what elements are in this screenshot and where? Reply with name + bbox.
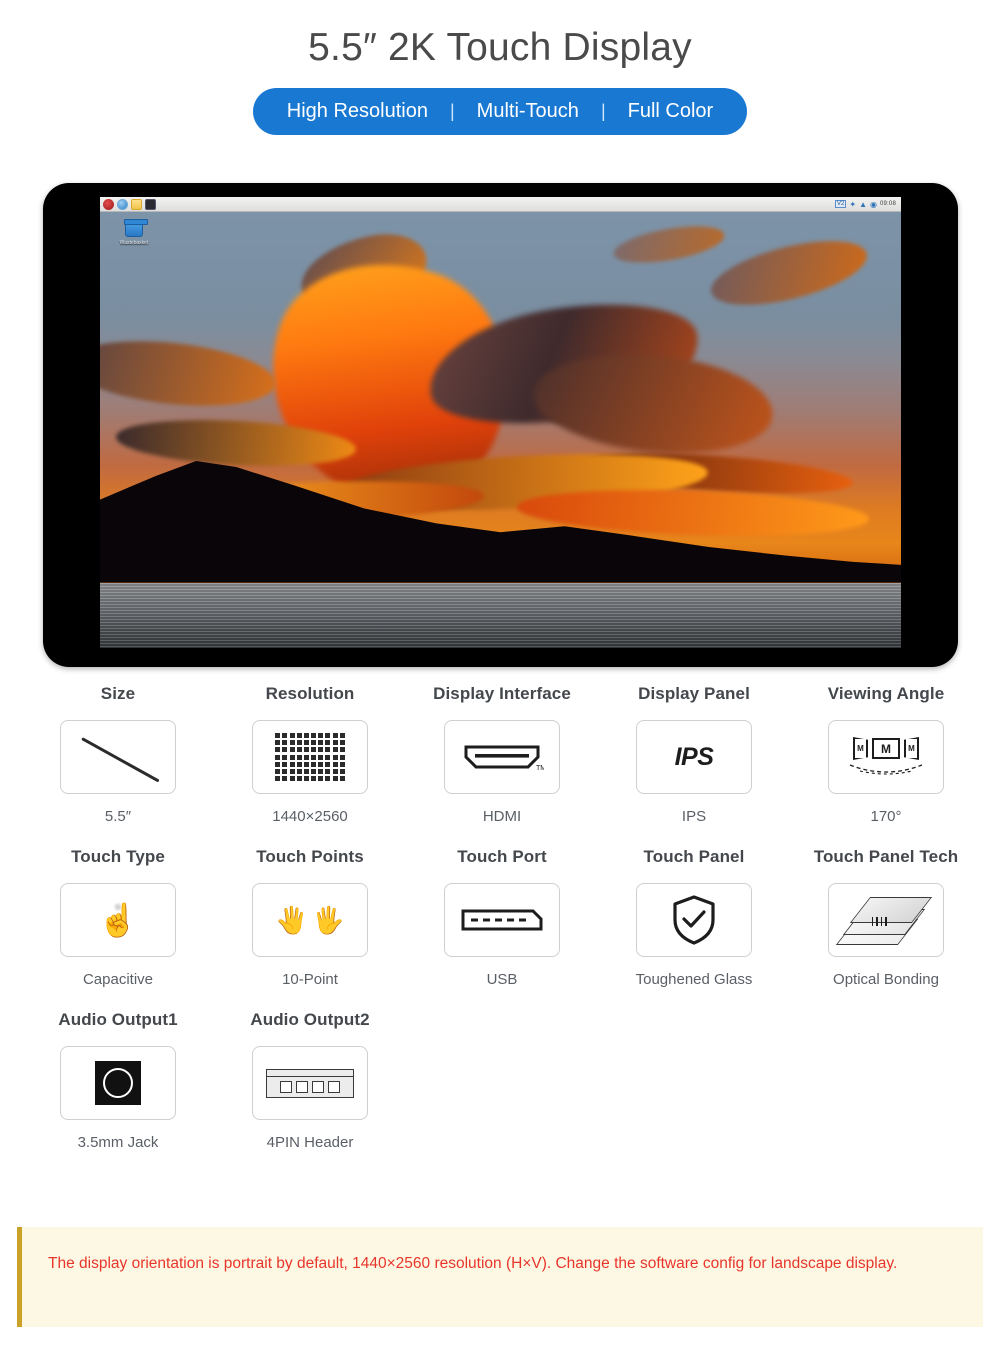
spec-title: Size bbox=[100, 684, 136, 703]
spec-value: 1440×2560 bbox=[272, 808, 348, 825]
pin-header-icon bbox=[252, 1046, 368, 1120]
spec-title: Resolution bbox=[265, 684, 355, 703]
feature-badge-wrap: High Resolution | Multi-Touch | Full Col… bbox=[0, 88, 1000, 135]
spec-empty bbox=[790, 1010, 982, 1151]
spec-title: Viewing Angle bbox=[827, 684, 945, 703]
spec-display-panel: Display Panel IPS IPS bbox=[598, 684, 790, 825]
ips-label: IPS bbox=[674, 742, 714, 771]
spec-value: 4PIN Header bbox=[266, 1134, 354, 1151]
viewing-angle-arc bbox=[849, 764, 923, 775]
spec-title: Touch Points bbox=[256, 847, 364, 866]
device-mockup: V2 ✦ ▲ ◉ 09:08 Wastebasket bbox=[43, 183, 958, 667]
spec-value: IPS bbox=[681, 808, 707, 825]
shield-check-icon bbox=[636, 883, 752, 957]
spec-title: Touch Type bbox=[71, 847, 165, 866]
spec-title: Touch Panel Tech bbox=[813, 847, 959, 866]
spec-row: Size 5.5″ Resolution 1440×2560 Display I… bbox=[0, 684, 1000, 825]
spec-title: Touch Port bbox=[457, 847, 547, 866]
hdmi-port-icon: TM bbox=[444, 720, 560, 794]
viewing-angle-screen-center: M bbox=[872, 738, 900, 759]
layer-stack-icon bbox=[828, 883, 944, 957]
bluetooth-icon[interactable]: ✦ bbox=[849, 200, 856, 209]
desktop-taskbar[interactable]: V2 ✦ ▲ ◉ 09:08 bbox=[100, 197, 901, 212]
spec-size: Size 5.5″ bbox=[22, 684, 214, 825]
spec-row: Touch Type ☝ Capacitive Touch Points 🖐 🖐… bbox=[0, 847, 1000, 988]
spec-value: Optical Bonding bbox=[833, 971, 939, 988]
spec-title: Display Panel bbox=[638, 684, 750, 703]
desktop-icon-wastebasket[interactable]: Wastebasket bbox=[112, 219, 156, 246]
taskbar-launchers bbox=[103, 198, 156, 210]
product-spec-page: 5.5″ 2K Touch Display High Resolution | … bbox=[0, 0, 1000, 1350]
badge-item-multi-touch: Multi-Touch bbox=[476, 100, 579, 122]
volume-icon[interactable]: ◉ bbox=[870, 200, 877, 209]
taskbar-clock: 09:08 bbox=[879, 201, 896, 207]
spec-resolution: Resolution 1440×2560 bbox=[214, 684, 406, 825]
spec-value: HDMI bbox=[482, 808, 522, 825]
spec-viewing-angle: Viewing Angle M M M 170° bbox=[790, 684, 982, 825]
spec-value: 3.5mm Jack bbox=[77, 1134, 159, 1151]
wastebasket-icon bbox=[124, 219, 148, 237]
svg-text:TM: TM bbox=[536, 765, 544, 772]
spec-value: 10-Point bbox=[282, 971, 338, 988]
badge-item-high-resolution: High Resolution bbox=[286, 100, 428, 122]
taskbar-tray: V2 ✦ ▲ ◉ 09:08 bbox=[835, 200, 898, 209]
diagonal-size-icon bbox=[60, 720, 176, 794]
feature-badge: High Resolution | Multi-Touch | Full Col… bbox=[252, 88, 748, 135]
orientation-note: The display orientation is portrait by d… bbox=[17, 1227, 983, 1327]
terminal-icon[interactable] bbox=[145, 198, 156, 210]
spec-audio-output-2: Audio Output2 4PIN Header bbox=[214, 1010, 406, 1151]
pointing-hand-icon: ☝ bbox=[60, 883, 176, 957]
badge-separator: | bbox=[449, 101, 455, 121]
spec-title: Touch Panel bbox=[643, 847, 745, 866]
spec-value: 5.5″ bbox=[104, 808, 132, 825]
spec-title: Audio Output2 bbox=[250, 1010, 370, 1029]
usb-port-icon bbox=[444, 883, 560, 957]
spec-value: Capacitive bbox=[82, 971, 154, 988]
spec-touch-type: Touch Type ☝ Capacitive bbox=[22, 847, 214, 988]
ips-text-icon: IPS bbox=[636, 720, 752, 794]
spec-touch-panel-tech: Touch Panel Tech Optical Bonding bbox=[790, 847, 982, 988]
cpu-monitor-icon[interactable]: V2 bbox=[835, 200, 847, 208]
spec-value: Toughened Glass bbox=[635, 971, 753, 988]
desktop-icon-label: Wastebasket bbox=[119, 240, 149, 246]
spec-title: Audio Output1 bbox=[58, 1010, 178, 1029]
spec-touch-port: Touch Port USB bbox=[406, 847, 598, 988]
web-browser-icon[interactable] bbox=[117, 198, 128, 210]
badge-item-full-color: Full Color bbox=[627, 100, 714, 122]
spec-row: Audio Output1 3.5mm Jack Audio Output2 4… bbox=[0, 1010, 1000, 1151]
spec-empty bbox=[598, 1010, 790, 1151]
raspberry-menu-icon[interactable] bbox=[103, 198, 114, 210]
page-title: 5.5″ 2K Touch Display bbox=[308, 26, 692, 69]
spec-value: USB bbox=[486, 971, 518, 988]
device-screen: V2 ✦ ▲ ◉ 09:08 Wastebasket bbox=[100, 197, 901, 648]
spec-empty bbox=[406, 1010, 598, 1151]
spec-title: Display Interface bbox=[433, 684, 571, 703]
orientation-note-text: The display orientation is portrait by d… bbox=[48, 1255, 898, 1272]
desktop-wallpaper bbox=[100, 212, 901, 648]
pixel-grid-icon bbox=[252, 720, 368, 794]
water-surface bbox=[100, 582, 901, 648]
spec-display-interface: Display Interface TM HDMI bbox=[406, 684, 598, 825]
spec-audio-output-1: Audio Output1 3.5mm Jack bbox=[22, 1010, 214, 1151]
spec-touch-panel: Touch Panel Toughened Glass bbox=[598, 847, 790, 988]
spec-value: 170° bbox=[870, 808, 902, 825]
viewing-angle-screen-left: M bbox=[853, 737, 868, 760]
audio-jack-icon bbox=[60, 1046, 176, 1120]
spec-grid: Size 5.5″ Resolution 1440×2560 Display I… bbox=[0, 684, 1000, 1173]
file-manager-icon[interactable] bbox=[131, 198, 142, 210]
viewing-angle-icon: M M M bbox=[828, 720, 944, 794]
spec-touch-points: Touch Points 🖐 🖐 10-Point bbox=[214, 847, 406, 988]
badge-separator: | bbox=[600, 101, 606, 121]
viewing-angle-screen-right: M bbox=[904, 737, 919, 760]
wifi-icon[interactable]: ▲ bbox=[859, 200, 867, 209]
two-hands-icon: 🖐 🖐 bbox=[252, 883, 368, 957]
